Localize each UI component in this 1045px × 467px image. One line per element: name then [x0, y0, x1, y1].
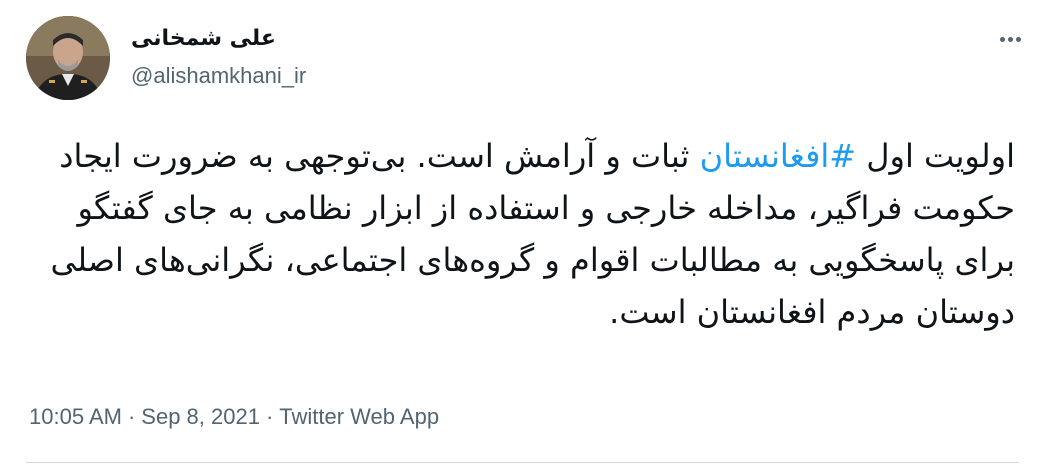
meta-separator: ·	[265, 404, 274, 429]
author-display-name[interactable]: علی شمخانی	[131, 26, 276, 51]
tweet-text: اولویت اول #افغانستان ثبات و آرامش است. …	[25, 130, 1015, 338]
avatar[interactable]	[26, 16, 110, 100]
hashtag-link[interactable]: #افغانستان	[700, 137, 857, 175]
more-dot	[1015, 36, 1021, 42]
tweet-meta: 10:05 AM · Sep 8, 2021 · Twitter Web App	[29, 404, 439, 430]
tweet-date[interactable]: Sep 8, 2021	[141, 404, 260, 429]
tweet-time[interactable]: 10:05 AM	[29, 404, 122, 429]
tweet-card: علی شمخانی @alishamkhani_ir اولویت اول #…	[0, 0, 1045, 467]
divider	[26, 462, 1019, 463]
tweet-text-before: اولویت اول	[856, 137, 1015, 175]
more-dot	[999, 36, 1005, 42]
more-dot	[1007, 36, 1013, 42]
more-icon[interactable]	[993, 22, 1027, 56]
author-handle[interactable]: @alishamkhani_ir	[131, 63, 306, 89]
tweet-source[interactable]: Twitter Web App	[279, 404, 439, 429]
avatar-photo	[26, 16, 110, 100]
meta-separator: ·	[127, 404, 136, 429]
